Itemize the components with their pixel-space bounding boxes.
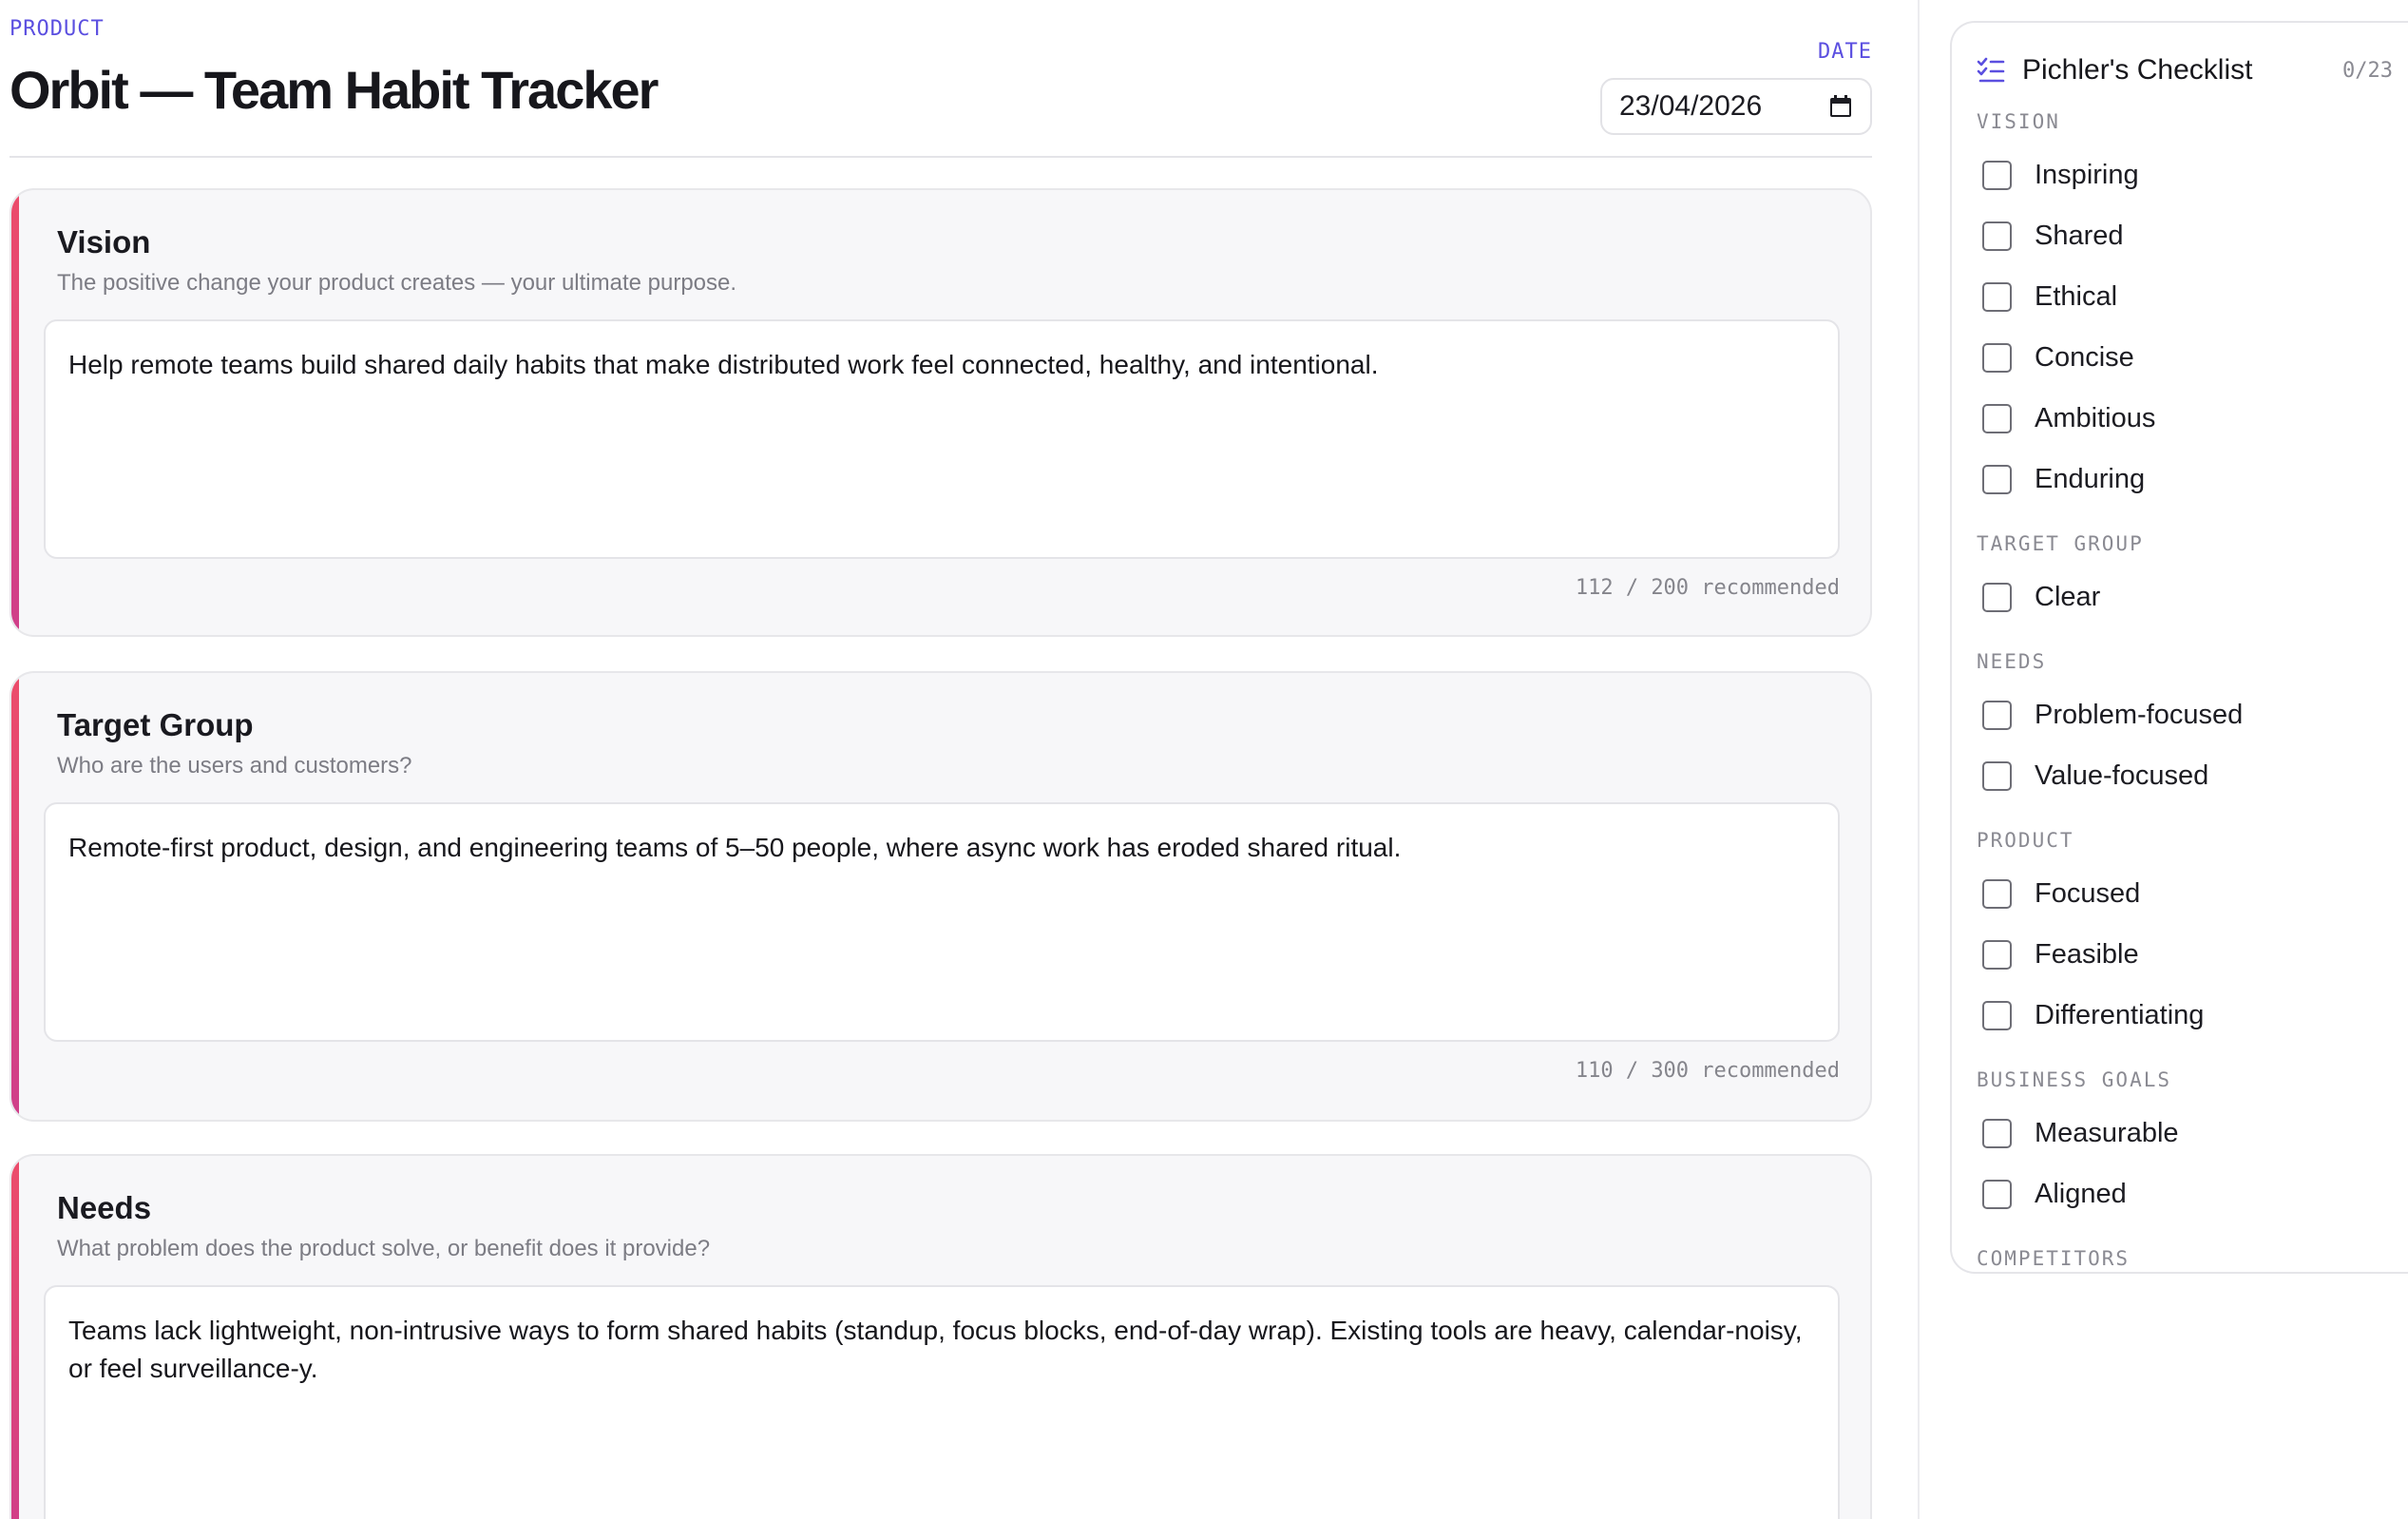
- checklist-item[interactable]: Shared: [1982, 217, 2124, 255]
- checkbox[interactable]: [1982, 700, 2012, 730]
- checklist-item-label: Aligned: [2035, 1178, 2127, 1209]
- date-value: 23/04/2026: [1619, 90, 1763, 122]
- checklist-item[interactable]: Differentiating: [1982, 996, 2204, 1034]
- checklist-item[interactable]: Enduring: [1982, 460, 2145, 498]
- character-counter: 110 / 300 recommended: [1575, 1059, 1840, 1083]
- section-description: Who are the users and customers?: [57, 753, 412, 779]
- checkbox[interactable]: [1982, 403, 2012, 433]
- group-label-product: PRODUCT: [1977, 829, 2074, 852]
- checkbox[interactable]: [1982, 1000, 2012, 1030]
- checklist-count: 0/23: [2342, 58, 2393, 83]
- checklist-item-label: Ethical: [2035, 280, 2118, 312]
- checklist-item[interactable]: Measurable: [1982, 1114, 2179, 1152]
- character-counter: 112 / 200 recommended: [1575, 576, 1840, 600]
- checkbox[interactable]: [1982, 1179, 2012, 1209]
- checkbox[interactable]: [1982, 878, 2012, 909]
- checklist-panel: Pichler's Checklist 0/23 VISION Inspirin…: [1950, 21, 2408, 1274]
- checklist-item-label: Problem-focused: [2035, 699, 2244, 730]
- checklist-item[interactable]: Ethical: [1982, 278, 2117, 316]
- checklist-title: Pichler's Checklist: [2022, 54, 2253, 86]
- checklist-header: Pichler's Checklist 0/23: [1975, 49, 2393, 91]
- checklist-item-label: Value-focused: [2035, 760, 2209, 791]
- checklist-item[interactable]: Clear: [1982, 578, 2100, 616]
- header: PRODUCT Orbit — Team Habit Tracker DATE …: [10, 0, 1872, 158]
- sidebar-divider: [1918, 0, 1920, 1519]
- date-input[interactable]: 23/04/2026: [1600, 78, 1872, 135]
- checklist-item-label: Concise: [2035, 341, 2134, 373]
- section-title: Target Group: [57, 707, 254, 742]
- vision-textarea[interactable]: Help remote teams build shared daily hab…: [44, 319, 1840, 559]
- eyebrow-label: PRODUCT: [10, 17, 105, 41]
- checklist-item[interactable]: Focused: [1982, 875, 2140, 913]
- checkbox[interactable]: [1982, 464, 2012, 494]
- checkbox[interactable]: [1982, 342, 2012, 373]
- checklist-item-label: Feasible: [2035, 938, 2139, 970]
- checklist-item[interactable]: Problem-focused: [1982, 696, 2243, 734]
- group-label-needs: NEEDS: [1977, 650, 2047, 673]
- checklist-item-label: Inspiring: [2035, 159, 2139, 190]
- checkbox[interactable]: [1982, 281, 2012, 312]
- section-target-group: Target Group Who are the users and custo…: [10, 671, 1872, 1122]
- checklist-item[interactable]: Inspiring: [1982, 156, 2139, 194]
- checklist-item-label: Measurable: [2035, 1117, 2179, 1148]
- checklist-icon: [1975, 54, 2007, 87]
- main-content: PRODUCT Orbit — Team Habit Tracker DATE …: [10, 0, 1872, 1519]
- checklist-item[interactable]: Aligned: [1982, 1175, 2127, 1213]
- section-title: Needs: [57, 1190, 152, 1225]
- checklist-item[interactable]: Value-focused: [1982, 757, 2208, 795]
- group-label-competitors: COMPETITORS: [1977, 1247, 2131, 1270]
- checklist-item[interactable]: Ambitious: [1982, 399, 2155, 437]
- checkbox[interactable]: [1982, 160, 2012, 190]
- section-description: The positive change your product creates…: [57, 270, 737, 296]
- checklist-item-label: Shared: [2035, 220, 2124, 251]
- checkbox[interactable]: [1982, 939, 2012, 970]
- date-label: DATE: [1818, 40, 1872, 64]
- checklist-item-label: Clear: [2035, 581, 2101, 612]
- group-label-vision: VISION: [1977, 110, 2060, 133]
- checkbox[interactable]: [1982, 221, 2012, 251]
- needs-textarea[interactable]: Teams lack lightweight, non-intrusive wa…: [44, 1285, 1840, 1519]
- page-title: Orbit — Team Habit Tracker: [10, 60, 659, 120]
- checklist-item-label: Focused: [2035, 877, 2141, 909]
- checkbox[interactable]: [1982, 582, 2012, 612]
- checklist-item-label: Ambitious: [2035, 402, 2156, 433]
- checklist-item[interactable]: Feasible: [1982, 935, 2139, 973]
- section-title: Vision: [57, 224, 151, 260]
- checkbox[interactable]: [1982, 1118, 2012, 1148]
- checklist-item-label: Enduring: [2035, 463, 2146, 494]
- calendar-icon[interactable]: [1828, 94, 1853, 119]
- page: PRODUCT Orbit — Team Habit Tracker DATE …: [0, 0, 2408, 1519]
- group-label-target-group: TARGET GROUP: [1977, 532, 2144, 555]
- group-label-business-goals: BUSINESS GOALS: [1977, 1068, 2172, 1091]
- checklist-item[interactable]: Concise: [1982, 338, 2134, 376]
- target-group-textarea[interactable]: Remote-first product, design, and engine…: [44, 802, 1840, 1042]
- checkbox[interactable]: [1982, 760, 2012, 791]
- section-needs: Needs What problem does the product solv…: [10, 1154, 1872, 1519]
- section-description: What problem does the product solve, or …: [57, 1236, 711, 1261]
- checklist-item-label: Differentiating: [2035, 999, 2205, 1030]
- section-vision: Vision The positive change your product …: [10, 188, 1872, 637]
